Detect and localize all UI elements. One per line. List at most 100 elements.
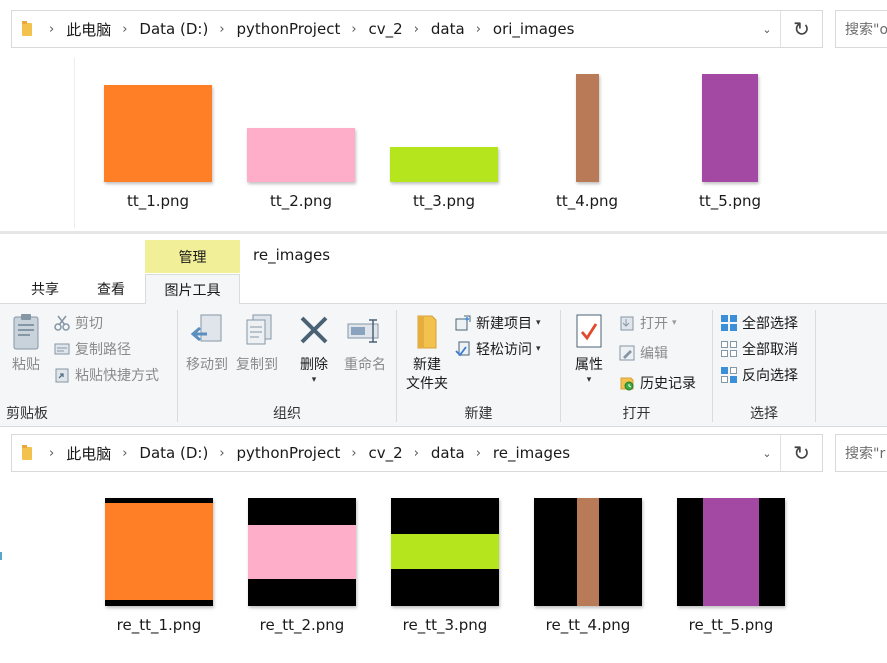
history-label: 历史记录 <box>640 376 696 392</box>
search-input[interactable]: 搜索"o <box>835 10 887 48</box>
copy-to-icon <box>246 314 272 345</box>
new-item-button[interactable]: 新建项目 ▾ <box>455 312 541 334</box>
open-label: 打开 <box>640 316 668 332</box>
chevron-right-icon[interactable]: › <box>476 446 481 461</box>
file-item[interactable]: re_tt_4.png <box>518 498 658 634</box>
file-name: tt_1.png <box>126 192 190 210</box>
breadcrumb-drive[interactable]: Data (D:) <box>139 444 208 462</box>
edit-button[interactable]: 编辑 <box>619 342 668 364</box>
open-icon <box>620 316 634 331</box>
file-item[interactable]: re_tt_5.png <box>661 498 801 634</box>
chevron-right-icon[interactable]: › <box>122 22 127 37</box>
breadcrumb-drive[interactable]: Data (D:) <box>139 20 208 38</box>
file-item[interactable]: tt_5.png <box>660 74 800 210</box>
refresh-icon[interactable]: ↻ <box>780 435 822 471</box>
chevron-right-icon[interactable]: › <box>49 22 54 37</box>
file-item[interactable]: tt_1.png <box>88 74 228 210</box>
select-all-button[interactable]: 全部选择 <box>721 312 798 334</box>
top-address-row: › 此电脑 › Data (D:) › pythonProject › cv_2… <box>0 10 887 48</box>
rename-icon <box>347 319 379 343</box>
copy-to-label: 复制到 <box>236 357 278 373</box>
bottom-address-bar[interactable]: › 此电脑 › Data (D:) › pythonProject › cv_2… <box>11 434 823 472</box>
chevron-down-icon[interactable]: ▾ <box>536 344 541 354</box>
chevron-down-icon[interactable]: ▾ <box>672 318 677 328</box>
contextual-tab-header[interactable]: 管理 <box>145 240 240 273</box>
image-content <box>577 498 599 606</box>
file-item[interactable]: tt_4.png <box>517 74 657 210</box>
breadcrumb-project[interactable]: pythonProject <box>237 444 341 462</box>
copy-path-icon <box>54 343 70 355</box>
chevron-right-icon[interactable]: › <box>219 22 224 37</box>
file-item[interactable]: tt_3.png <box>374 74 514 210</box>
copy-path-button[interactable]: 复制路径 <box>54 338 131 360</box>
select-all-label: 全部选择 <box>742 316 798 332</box>
open-button[interactable]: 打开 ▾ <box>619 312 677 334</box>
properties-label: 属性 <box>575 357 603 373</box>
breadcrumb: › 此电脑 › Data (D:) › pythonProject › cv_2… <box>38 19 574 40</box>
chevron-right-icon[interactable]: › <box>476 22 481 37</box>
move-to-label: 移动到 <box>186 357 228 373</box>
paste-shortcut-button[interactable]: 粘贴快捷方式 <box>54 364 159 386</box>
window-title: re_images <box>253 246 331 264</box>
paste-label: 粘贴 <box>12 357 40 373</box>
group-label-open: 打开 <box>622 406 651 422</box>
chevron-right-icon[interactable]: › <box>351 22 356 37</box>
chevron-right-icon[interactable]: › <box>414 22 419 37</box>
breadcrumb-data[interactable]: data <box>431 444 465 462</box>
chevron-down-icon[interactable]: ▾ <box>587 375 592 385</box>
breadcrumb-this-pc[interactable]: 此电脑 <box>66 19 111 40</box>
cut-button[interactable]: 剪切 <box>54 312 103 334</box>
properties-button[interactable]: 属性 ▾ <box>567 312 611 385</box>
easy-access-button[interactable]: 轻松访问 ▾ <box>455 338 541 360</box>
new-folder-label-line2: 文件夹 <box>406 376 448 392</box>
image-thumbnail <box>248 498 356 606</box>
image-thumbnail <box>534 498 642 606</box>
easy-access-label: 轻松访问 <box>476 342 532 358</box>
chevron-down-icon[interactable]: ▾ <box>312 375 317 385</box>
history-button[interactable]: 历史记录 <box>619 372 696 394</box>
delete-button[interactable]: 删除 ▾ <box>292 312 336 385</box>
easy-access-icon <box>455 341 470 357</box>
new-folder-button[interactable]: 新建 文件夹 <box>401 312 453 394</box>
chevron-down-icon[interactable]: ⌄ <box>754 435 780 471</box>
top-address-bar[interactable]: › 此电脑 › Data (D:) › pythonProject › cv_2… <box>11 10 823 48</box>
chevron-down-icon[interactable]: ▾ <box>536 318 541 328</box>
file-item[interactable]: tt_2.png <box>231 74 371 210</box>
chevron-right-icon[interactable]: › <box>49 446 54 461</box>
search-input[interactable]: 搜索"r <box>835 434 887 472</box>
breadcrumb-data[interactable]: data <box>431 20 465 38</box>
bottom-address-row: › 此电脑 › Data (D:) › pythonProject › cv_2… <box>0 434 887 472</box>
new-folder-label-line1: 新建 <box>413 357 441 373</box>
file-item[interactable]: re_tt_3.png <box>375 498 515 634</box>
file-item[interactable]: re_tt_2.png <box>232 498 372 634</box>
breadcrumb-current[interactable]: ori_images <box>493 20 575 38</box>
group-label-select: 选择 <box>750 406 778 422</box>
chevron-right-icon[interactable]: › <box>219 446 224 461</box>
tab-share[interactable]: 共享 <box>12 274 78 304</box>
ribbon-tab-bar: 管理 re_images 共享 查看 图片工具 <box>0 234 887 304</box>
rename-button[interactable]: 重命名 <box>338 312 392 375</box>
paste-button[interactable]: 粘贴 <box>6 312 46 375</box>
history-icon <box>620 377 634 391</box>
chevron-right-icon[interactable]: › <box>414 446 419 461</box>
invert-selection-button[interactable]: 反向选择 <box>721 364 798 386</box>
breadcrumb-cv2[interactable]: cv_2 <box>369 20 403 38</box>
select-none-button[interactable]: 全部取消 <box>721 338 798 360</box>
breadcrumb-cv2[interactable]: cv_2 <box>369 444 403 462</box>
chevron-right-icon[interactable]: › <box>351 446 356 461</box>
tab-view[interactable]: 查看 <box>78 274 144 304</box>
chevron-right-icon[interactable]: › <box>122 446 127 461</box>
breadcrumb-this-pc[interactable]: 此电脑 <box>66 443 111 464</box>
breadcrumb: › 此电脑 › Data (D:) › pythonProject › cv_2… <box>38 443 570 464</box>
move-to-button[interactable]: 移动到 <box>182 312 232 375</box>
navigation-pane-edge <box>74 58 75 228</box>
edit-label: 编辑 <box>640 346 668 362</box>
breadcrumb-project[interactable]: pythonProject <box>237 20 341 38</box>
group-separator <box>815 310 816 422</box>
copy-to-button[interactable]: 复制到 <box>232 312 282 375</box>
chevron-down-icon[interactable]: ⌄ <box>754 11 780 47</box>
refresh-icon[interactable]: ↻ <box>780 11 822 47</box>
file-item[interactable]: re_tt_1.png <box>89 498 229 634</box>
tab-picture-tools[interactable]: 图片工具 <box>145 274 240 304</box>
breadcrumb-current[interactable]: re_images <box>493 444 570 462</box>
